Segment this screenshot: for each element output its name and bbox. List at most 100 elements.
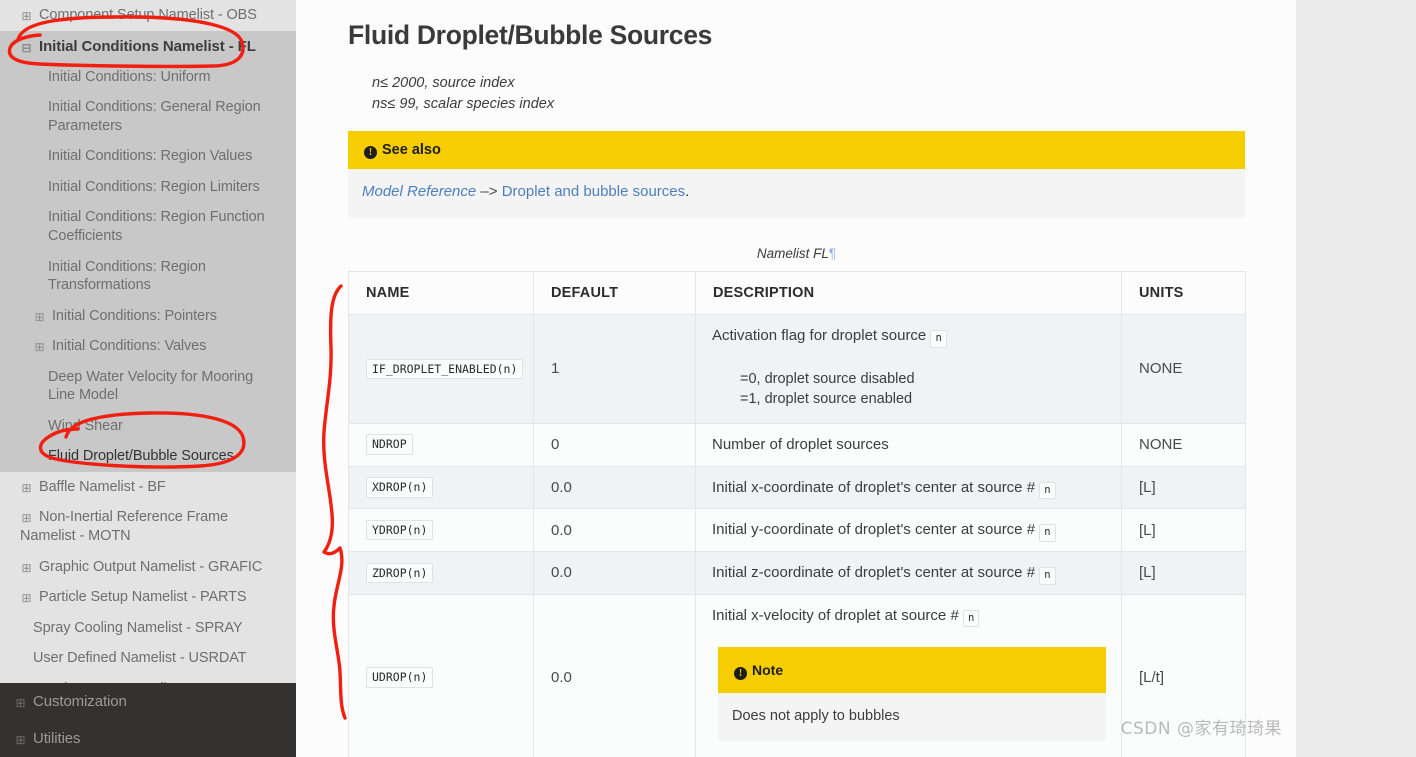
expand-icon[interactable]: ⊞ bbox=[14, 697, 27, 710]
cell-default: 1 bbox=[533, 314, 696, 424]
sidebar-item-component-setup-namelist-obs[interactable]: ⊞ Component Setup Namelist - OBS bbox=[0, 0, 296, 31]
sidebar-item-utilities[interactable]: ⊞ Utilities bbox=[0, 720, 296, 757]
expand-icon[interactable]: ⊞ bbox=[20, 512, 33, 525]
less-equal-icon: ≤ bbox=[387, 96, 396, 113]
sidebar-item-label: Graphic Output Namelist - GRAFIC bbox=[39, 558, 263, 575]
sidebar-item-customization[interactable]: ⊞ Customization bbox=[0, 683, 296, 720]
sidebar-item-label: Deep Water Velocity for Mooring Line Mod… bbox=[48, 368, 254, 404]
sidebar-item-wind-shear[interactable]: Wind Shear bbox=[0, 411, 296, 442]
cell-default: 0.0 bbox=[533, 465, 696, 510]
info-icon: ! bbox=[364, 146, 377, 160]
sidebar-item-spray-cooling-namelist-spray[interactable]: Spray Cooling Namelist - SPRAY bbox=[0, 613, 296, 644]
sidebar-item-deep-water-velocity-mooring-line-model[interactable]: Deep Water Velocity for Mooring Line Mod… bbox=[0, 362, 296, 411]
column-header-description[interactable]: DESCRIPTION bbox=[695, 271, 1122, 316]
note-title-label: Note bbox=[752, 661, 784, 678]
sidebar-item-initial-conditions-region-function-coefficients[interactable]: Initial Conditions: Region Function Coef… bbox=[0, 202, 296, 251]
cell-units: NONE bbox=[1121, 314, 1246, 424]
table-row: YDROP(n) 0.0 Initial y-coordinate of dro… bbox=[348, 508, 1246, 553]
param-name-code: ZDROP(n) bbox=[366, 562, 434, 584]
index-n-code: n bbox=[1039, 524, 1056, 542]
sidebar-group-initial-conditions-fl: ⊟ Initial Conditions Namelist - FL Initia… bbox=[0, 30, 296, 472]
cell-default: 0.0 bbox=[533, 508, 696, 553]
index-line-n: n≤ 2000, source index bbox=[372, 73, 1296, 94]
expand-icon[interactable]: ⊞ bbox=[20, 592, 33, 605]
page-title: Fluid Droplet/Bubble Sources bbox=[348, 20, 713, 50]
cell-description: Initial x-coordinate of droplet's center… bbox=[695, 465, 1122, 510]
sidebar-item-graphic-output-namelist-grafic[interactable]: ⊞ Graphic Output Namelist - GRAFIC bbox=[0, 552, 296, 583]
index-line-ns: ns≤ 99, scalar species index bbox=[372, 94, 1296, 115]
sidebar-item-label: Initial Conditions: Valves bbox=[52, 338, 207, 355]
sidebar-item-label: User Defined Namelist - USRDAT bbox=[33, 650, 247, 667]
expand-icon[interactable]: ⊞ bbox=[20, 10, 33, 23]
sidebar-item-label: Initial Conditions: Region Transformatio… bbox=[48, 258, 206, 294]
cell-name: XDROP(n) bbox=[348, 465, 534, 510]
index-limit: 2000, bbox=[392, 75, 429, 91]
sidebar-item-fluid-droplet-bubble-sources[interactable]: Fluid Droplet/Bubble Sources bbox=[0, 441, 296, 472]
sidebar-item-label: Particle Setup Namelist - PARTS bbox=[39, 589, 247, 606]
expand-icon[interactable]: ⊞ bbox=[14, 734, 27, 747]
index-desc: scalar species index bbox=[423, 96, 555, 113]
arrow-glyph: –> bbox=[480, 183, 498, 201]
collapse-icon[interactable]: ⊟ bbox=[20, 42, 33, 55]
param-name-code: XDROP(n) bbox=[366, 477, 434, 498]
note-body: Does not apply to bubbles bbox=[718, 692, 1106, 741]
sidebar-item-label: Non-Inertial Reference Frame Namelist - … bbox=[20, 509, 228, 545]
period: . bbox=[685, 183, 690, 201]
cell-description: Initial y-coordinate of droplet's center… bbox=[695, 508, 1122, 553]
subline: =0, droplet source disabled bbox=[740, 370, 915, 387]
cell-units: [L] bbox=[1121, 508, 1246, 553]
cell-description: Initial x-velocity of droplet at source … bbox=[695, 593, 1122, 757]
sidebar-item-initial-conditions-namelist-fl[interactable]: ⊟ Initial Conditions Namelist - FL bbox=[0, 31, 296, 62]
sidebar-item-initial-conditions-uniform[interactable]: Initial Conditions: Uniform bbox=[0, 62, 296, 93]
column-header-units[interactable]: UNITS bbox=[1121, 271, 1246, 316]
see-also-title: ! See also bbox=[348, 131, 1245, 170]
description-text: Initial y-coordinate of droplet's center… bbox=[712, 521, 1036, 539]
table-row: XDROP(n) 0.0 Initial x-coordinate of dro… bbox=[348, 465, 1246, 510]
column-header-name[interactable]: NAME bbox=[348, 271, 534, 316]
sidebar-item-initial-conditions-region-limiters[interactable]: Initial Conditions: Region Limiters bbox=[0, 172, 296, 203]
sidebar-item-label: Initial Conditions: Uniform bbox=[48, 68, 211, 85]
sidebar-item-initial-conditions-region-transformations[interactable]: Initial Conditions: Region Transformatio… bbox=[0, 252, 296, 301]
sidebar-item-initial-conditions-pointers[interactable]: ⊞ Initial Conditions: Pointers bbox=[0, 301, 296, 332]
cell-units: [L] bbox=[1121, 551, 1246, 595]
cell-default: 0.0 bbox=[533, 551, 696, 595]
droplet-bubble-sources-link[interactable]: Droplet and bubble sources bbox=[502, 183, 685, 200]
expand-icon[interactable]: ⊞ bbox=[33, 311, 46, 324]
description-text: Initial z-coordinate of droplet's center… bbox=[712, 564, 1036, 582]
sidebar-dark-section: ⊞ Customization ⊞ Utilities bbox=[0, 682, 296, 757]
expand-icon[interactable]: ⊞ bbox=[20, 562, 33, 575]
sidebar-item-label: Baffle Namelist - BF bbox=[39, 478, 166, 495]
cell-name: IF_DROPLET_ENABLED(n) bbox=[348, 314, 534, 424]
index-var: ns bbox=[372, 96, 388, 113]
sidebar-item-user-defined-namelist-usrdat[interactable]: User Defined Namelist - USRDAT bbox=[0, 643, 296, 674]
table-body: IF_DROPLET_ENABLED(n) 1 Activation flag … bbox=[348, 314, 1246, 757]
table-row: UDROP(n) 0.0 Initial x-velocity of dropl… bbox=[348, 593, 1246, 757]
index-n-code: n bbox=[1039, 481, 1056, 500]
sidebar-item-initial-conditions-region-values[interactable]: Initial Conditions: Region Values bbox=[0, 141, 296, 172]
sidebar-item-label: Utilities bbox=[33, 729, 81, 747]
page-root: ⊞ Component Setup Namelist - OBS ⊟ Initial… bbox=[0, 0, 1416, 757]
param-name-code: YDROP(n) bbox=[366, 519, 434, 541]
cell-name: ZDROP(n) bbox=[348, 551, 534, 595]
cell-description: Activation flag for droplet source n =0,… bbox=[695, 314, 1122, 424]
description-text: Number of droplet sources bbox=[712, 435, 889, 453]
sidebar-item-non-inertial-reference-frame-namelist-motn[interactable]: ⊞ Non-Inertial Reference Frame Namelist -… bbox=[0, 502, 296, 551]
index-desc: source index bbox=[432, 75, 515, 91]
cell-units: NONE bbox=[1121, 422, 1246, 467]
sidebar-navigation[interactable]: ⊞ Component Setup Namelist - OBS ⊟ Initial… bbox=[0, 0, 296, 757]
sidebar-item-initial-conditions-valves[interactable]: ⊞ Initial Conditions: Valves bbox=[0, 331, 296, 362]
note-title: ! Note bbox=[718, 646, 1106, 693]
sidebar-item-baffle-namelist-bf[interactable]: ⊞ Baffle Namelist - BF bbox=[0, 472, 296, 503]
sidebar-item-particle-setup-namelist-parts[interactable]: ⊞ Particle Setup Namelist - PARTS bbox=[0, 582, 296, 613]
expand-icon[interactable]: ⊞ bbox=[33, 341, 46, 354]
cell-default: 0.0 bbox=[533, 593, 696, 757]
pilcrow-icon[interactable]: ¶ bbox=[829, 246, 836, 261]
model-reference-link[interactable]: Model Reference bbox=[362, 183, 476, 200]
sidebar-item-initial-conditions-general-region-parameters[interactable]: Initial Conditions: General Region Param… bbox=[0, 92, 296, 141]
column-header-default[interactable]: DEFAULT bbox=[533, 271, 696, 316]
param-name-code: NDROP bbox=[366, 434, 413, 455]
expand-icon[interactable]: ⊞ bbox=[20, 482, 33, 495]
sidebar-item-label: Customization bbox=[33, 692, 127, 710]
description-sublines: =0, droplet source disabled =1, droplet … bbox=[740, 369, 1107, 409]
table-row: NDROP 0 Number of droplet sources NONE bbox=[348, 422, 1246, 467]
